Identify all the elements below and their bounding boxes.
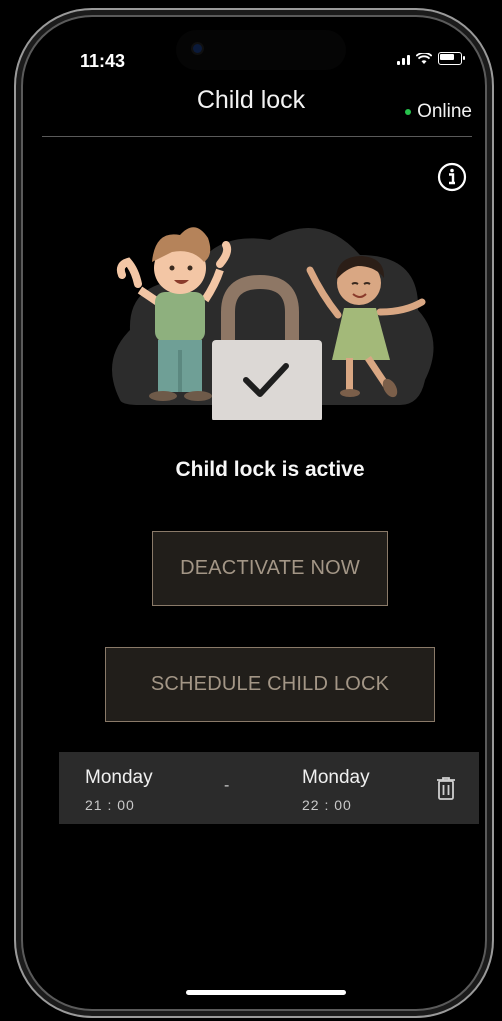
- schedule-separator: -: [224, 777, 230, 794]
- signal-icon: [397, 53, 410, 65]
- schedule-child-lock-button[interactable]: SCHEDULE CHILD LOCK: [105, 647, 435, 722]
- info-icon[interactable]: [437, 162, 467, 192]
- online-status: Online: [405, 101, 472, 123]
- end-time: 22 : 00: [302, 797, 352, 813]
- home-indicator[interactable]: [186, 990, 346, 995]
- lock-status-message: Child lock is active: [175, 458, 365, 481]
- deactivate-now-button[interactable]: DEACTIVATE NOW: [152, 531, 388, 606]
- online-label: Online: [417, 101, 472, 122]
- online-dot-icon: [405, 109, 412, 115]
- status-time: 11:43: [80, 51, 126, 71]
- start-time: 21 : 00: [85, 797, 135, 813]
- schedule-entry[interactable]: Monday 21 : 00 - Monday 22 : 00: [59, 752, 479, 824]
- camera-dot: [193, 44, 202, 53]
- trash-icon[interactable]: [434, 775, 458, 801]
- end-day: Monday: [302, 767, 370, 788]
- screen: [26, 22, 478, 1002]
- child-lock-illustration: [112, 227, 434, 420]
- header-divider: [42, 136, 472, 137]
- battery-icon: [438, 52, 465, 65]
- status-icons: [397, 52, 465, 65]
- start-day: Monday: [85, 767, 153, 788]
- wifi-icon: [416, 52, 432, 64]
